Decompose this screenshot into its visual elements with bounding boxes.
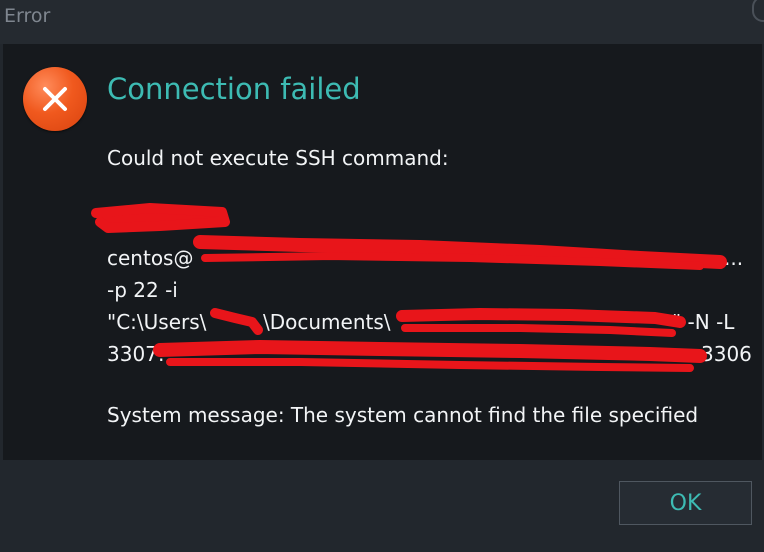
window-control-button[interactable] (752, 0, 764, 22)
title-bar: Error (0, 0, 764, 44)
command-line-4-mid: \Documents\ (263, 310, 391, 334)
command-text: "C:\Users\ (107, 310, 207, 334)
command-line-4-end: " -N -L (672, 310, 734, 334)
command-text: -p 22 -i (107, 278, 178, 302)
command-text: " -N -L (672, 310, 735, 334)
command-line-5-end: 3306 (701, 342, 752, 366)
dialog-heading: Connection failed (107, 72, 361, 106)
error-message: Could not execute SSH command: (107, 146, 449, 170)
command-line-2-end: ... (724, 246, 743, 270)
window-title: Error (4, 5, 51, 27)
command-line-2: centos@ (107, 246, 193, 270)
command-text: centos@ (107, 246, 194, 270)
command-line-5: 3307: (107, 342, 165, 366)
command-text: \Documents\ (263, 310, 391, 334)
ok-button[interactable]: OK (619, 481, 752, 525)
system-message: System message: The system cannot find t… (107, 403, 699, 427)
command-text: ... (724, 246, 744, 270)
command-line-3: -p 22 -i (107, 278, 178, 302)
error-x-icon (23, 67, 87, 131)
command-line-4: "C:\Users\ (107, 310, 206, 334)
command-text: 3307: (107, 342, 165, 366)
command-text: 3306 (701, 342, 752, 366)
